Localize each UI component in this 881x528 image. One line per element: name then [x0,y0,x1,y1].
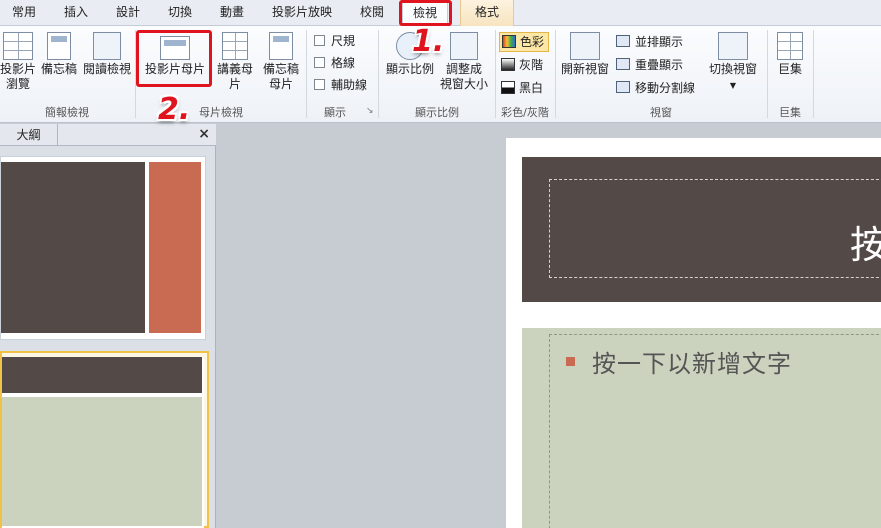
switch-windows-icon [718,32,748,60]
checkbox-box [314,79,325,90]
thumbnail-dark-block [1,162,145,333]
title-placeholder-text: 按 [849,223,881,267]
body-area: 按一下以新增文字 [522,328,881,528]
slide-sorter-button[interactable]: 投影片 瀏覽 [0,32,36,92]
close-icon[interactable]: × [198,126,210,142]
slides-panel: 大綱 × [0,124,216,528]
cascade-label: 重疊顯示 [635,58,684,72]
grayscale-swatch-icon [501,58,515,71]
slide-thumbnail-selected[interactable] [0,351,209,528]
color-label: 色彩 [520,35,545,49]
group-label-show: 顯示 [324,106,346,119]
slide-sorter-label-2: 瀏覽 [5,77,30,91]
new-window-button[interactable]: 開新視窗 [558,32,612,77]
black-white-label: 黑白 [519,81,544,95]
dialog-launcher-icon[interactable]: ↘ [366,106,374,116]
reading-view-label: 閱讀檢視 [82,62,131,76]
thumbnail-accent-block [149,162,201,333]
move-split-label: 移動分割線 [635,81,696,95]
step-1-label: 1. [412,24,445,59]
fit-window-icon [450,32,478,60]
arrange-all-label: 並排顯示 [635,35,684,49]
guides-checkbox[interactable]: 輔助線 [314,76,367,93]
grayscale-label: 灰階 [519,58,544,72]
handout-master-button[interactable]: 講義母片 [212,32,258,92]
bullet-icon [566,357,575,366]
slide-thumbnail[interactable] [0,156,206,340]
title-placeholder[interactable]: 按 [549,179,881,278]
switch-windows-label: 切換視窗 [708,62,757,76]
tab-format[interactable]: 格式 [460,0,514,26]
new-window-label: 開新視窗 [560,62,609,76]
switch-windows-button[interactable]: 切換視窗 ▼ [706,32,760,93]
slide-sorter-label-1: 投影片 [0,62,37,76]
checkbox-box [314,57,325,68]
notes-page-icon [47,32,71,60]
grayscale-button[interactable]: 灰階 [499,56,549,76]
slide-editing-canvas: 按 按一下以新增文字 [217,124,881,528]
tab-transitions[interactable]: 切換 [158,0,202,26]
fit-label-2: 視窗大小 [439,77,488,91]
title-area: 按 [522,157,881,302]
slide[interactable]: 按 按一下以新增文字 [506,138,881,528]
gridlines-label: 格線 [331,56,356,70]
group-label-macros: 巨集 [779,106,801,119]
arrange-all-button[interactable]: 並排顯示 [616,34,683,50]
group-separator [813,30,814,118]
slide-sorter-icon [3,32,33,60]
thumbnail-body-block [2,397,202,526]
thumbnail-title-block [2,357,202,393]
notes-page-label: 備忘稿 [40,62,77,76]
notes-master-icon [269,32,293,60]
tab-animations[interactable]: 動畫 [210,0,254,26]
notes-page-button[interactable]: 備忘稿 [39,32,79,77]
group-label-presentation-views: 簡報檢視 [45,106,89,119]
cascade-button[interactable]: 重疊顯示 [616,57,683,73]
ruler-checkbox[interactable]: 尺規 [314,32,355,49]
notes-master-button[interactable]: 備忘稿 母片 [260,32,302,92]
fit-to-window-button[interactable]: 調整成 視窗大小 [438,32,490,92]
black-white-swatch-icon [501,81,515,94]
group-label-window: 視窗 [650,106,672,119]
arrange-all-icon [616,35,630,47]
move-split-button[interactable]: 移動分割線 [616,80,695,96]
gridlines-checkbox[interactable]: 格線 [314,54,355,71]
tab-slide-show[interactable]: 投影片放映 [262,0,342,26]
ruler-label: 尺規 [331,34,356,48]
panel-tabs: 大綱 × [0,124,216,146]
tab-design[interactable]: 設計 [106,0,150,26]
notes-master-label-2: 母片 [268,77,293,91]
macros-button[interactable]: 巨集 [772,32,808,77]
highlight-view-tab [399,0,452,26]
tab-review[interactable]: 校閱 [350,0,394,26]
cascade-icon [616,58,630,70]
highlight-slide-master-button [136,30,212,87]
handout-master-label: 講義母片 [216,62,253,91]
macros-icon [777,32,803,60]
handout-master-icon [222,32,248,60]
guides-label: 輔助線 [331,78,368,92]
group-label-color-grayscale: 彩色/灰階 [501,106,549,119]
black-white-button[interactable]: 黑白 [499,79,549,99]
checkbox-box [314,35,325,46]
tab-insert[interactable]: 插入 [54,0,98,26]
body-placeholder-text: 按一下以新增文字 [592,350,792,378]
step-2-label: 2. [158,92,191,127]
book-icon [93,32,121,60]
reading-view-button[interactable]: 閱讀檢視 [82,32,132,77]
group-label-zoom: 顯示比例 [415,106,459,119]
macros-label: 巨集 [777,62,802,76]
tab-home[interactable]: 常用 [2,0,46,26]
fit-label-1: 調整成 [445,62,482,76]
move-split-icon [616,81,630,93]
color-swatch-icon [502,35,516,48]
notes-master-label-1: 備忘稿 [262,62,299,76]
tab-outline[interactable]: 大綱 [0,124,58,146]
zoom-label: 顯示比例 [385,62,434,76]
new-window-icon [570,32,600,60]
dropdown-arrow-icon: ▼ [729,81,737,90]
color-button[interactable]: 色彩 [499,32,549,52]
